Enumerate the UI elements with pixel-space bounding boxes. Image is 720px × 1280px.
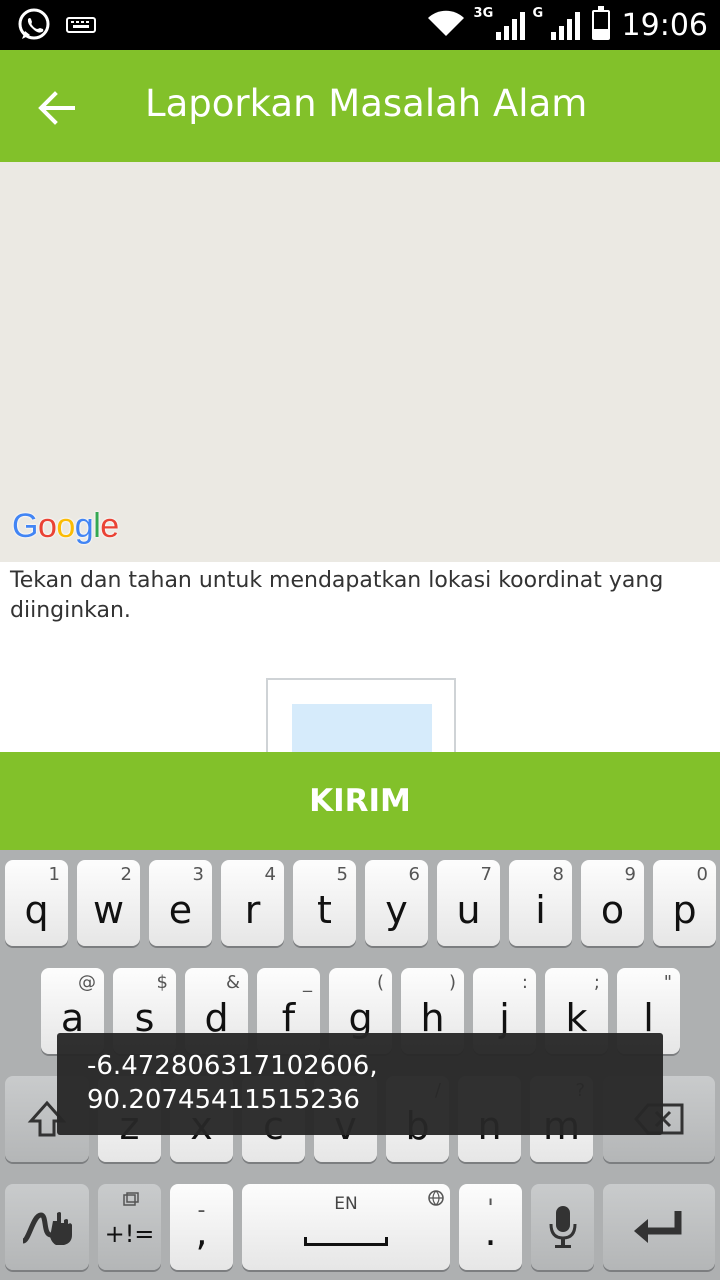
toast-longitude: 90.20745411515236 xyxy=(87,1085,360,1115)
symbols-key-label: +!= xyxy=(104,1220,155,1248)
period-key[interactable]: ' . xyxy=(459,1184,522,1270)
back-button[interactable] xyxy=(28,80,84,136)
swype-key[interactable] xyxy=(5,1184,89,1270)
key-label: o xyxy=(600,888,625,932)
key-secondary-label: 0 xyxy=(696,864,708,885)
comma-key[interactable]: - , xyxy=(170,1184,233,1270)
coordinate-toast: -6.472806317102606, 90.20745411515236 xyxy=(57,1033,663,1135)
clock: 19:06 xyxy=(621,7,708,43)
clipboard-icon xyxy=(123,1192,139,1206)
key-secondary-label: & xyxy=(225,972,240,993)
enter-key[interactable] xyxy=(603,1184,715,1270)
comma-key-label: , xyxy=(195,1210,208,1254)
key-w[interactable]: 2w xyxy=(77,860,140,946)
wifi-icon xyxy=(426,8,466,42)
key-o[interactable]: 9o xyxy=(581,860,644,946)
space-key[interactable]: EN xyxy=(242,1184,450,1270)
key-label: y xyxy=(385,888,408,932)
symbols-key[interactable]: +!= xyxy=(98,1184,161,1270)
app-bar: Laporkan Masalah Alam xyxy=(0,50,720,162)
key-label: q xyxy=(24,888,49,932)
globe-icon xyxy=(428,1190,444,1210)
page-title: Laporkan Masalah Alam xyxy=(145,82,588,125)
google-logo: Google xyxy=(12,507,119,545)
key-secondary-label: ( xyxy=(376,972,384,993)
signal-3g-icon: 3G xyxy=(474,6,525,40)
key-secondary-label: ) xyxy=(448,972,456,993)
key-r[interactable]: 4r xyxy=(221,860,284,946)
enter-icon xyxy=(634,1211,682,1243)
submit-button[interactable]: KIRIM xyxy=(0,752,720,850)
key-secondary-label: 5 xyxy=(336,864,348,885)
key-secondary-label: 2 xyxy=(120,864,132,885)
key-p[interactable]: 0p xyxy=(653,860,716,946)
key-t[interactable]: 5t xyxy=(293,860,356,946)
key-secondary-label: 1 xyxy=(48,864,60,885)
key-i[interactable]: 8i xyxy=(509,860,572,946)
language-label: EN xyxy=(334,1194,358,1214)
key-label: w xyxy=(92,888,125,932)
period-key-label: . xyxy=(484,1210,497,1254)
battery-icon xyxy=(591,6,610,40)
key-secondary-label: : xyxy=(521,972,528,993)
image-icon xyxy=(292,704,432,754)
key-secondary-label: 9 xyxy=(624,864,636,885)
key-q[interactable]: 1q xyxy=(5,860,68,946)
keyboard-icon xyxy=(66,14,96,40)
key-label: t xyxy=(317,888,332,932)
key-secondary-label: 4 xyxy=(264,864,276,885)
image-placeholder[interactable] xyxy=(266,678,456,754)
network-type-label: G xyxy=(532,6,544,21)
map-view[interactable]: Google xyxy=(0,162,720,562)
key-secondary-label: @ xyxy=(78,972,96,993)
key-secondary-label: 3 xyxy=(192,864,204,885)
status-bar: 3G G 19:06 xyxy=(0,0,720,50)
key-u[interactable]: 7u xyxy=(437,860,500,946)
key-secondary-label: $ xyxy=(156,972,168,993)
key-secondary-label: ; xyxy=(593,972,600,993)
microphone-key[interactable] xyxy=(531,1184,594,1270)
microphone-icon xyxy=(549,1206,576,1248)
key-secondary-label: " xyxy=(663,972,672,993)
network-type-label: 3G xyxy=(473,6,494,21)
key-secondary-label: 6 xyxy=(408,864,420,885)
swype-icon xyxy=(21,1212,72,1245)
key-label: r xyxy=(244,888,261,932)
key-y[interactable]: 6y xyxy=(365,860,428,946)
key-secondary-label: 7 xyxy=(480,864,492,885)
signal-g-icon: G xyxy=(533,6,580,40)
key-secondary-label: _ xyxy=(303,972,312,993)
key-secondary-label: 8 xyxy=(552,864,564,885)
whatsapp-icon xyxy=(16,7,52,47)
space-bar-icon xyxy=(304,1237,388,1246)
key-label: e xyxy=(168,888,193,932)
map-hint-text: Tekan dan tahan untuk mendapatkan lokasi… xyxy=(10,568,664,623)
toast-latitude: -6.472806317102606, xyxy=(87,1051,378,1081)
key-e[interactable]: 3e xyxy=(149,860,212,946)
key-label: u xyxy=(456,888,481,932)
arrow-left-icon xyxy=(38,91,75,125)
key-label: p xyxy=(672,888,697,932)
key-label: i xyxy=(535,888,546,932)
